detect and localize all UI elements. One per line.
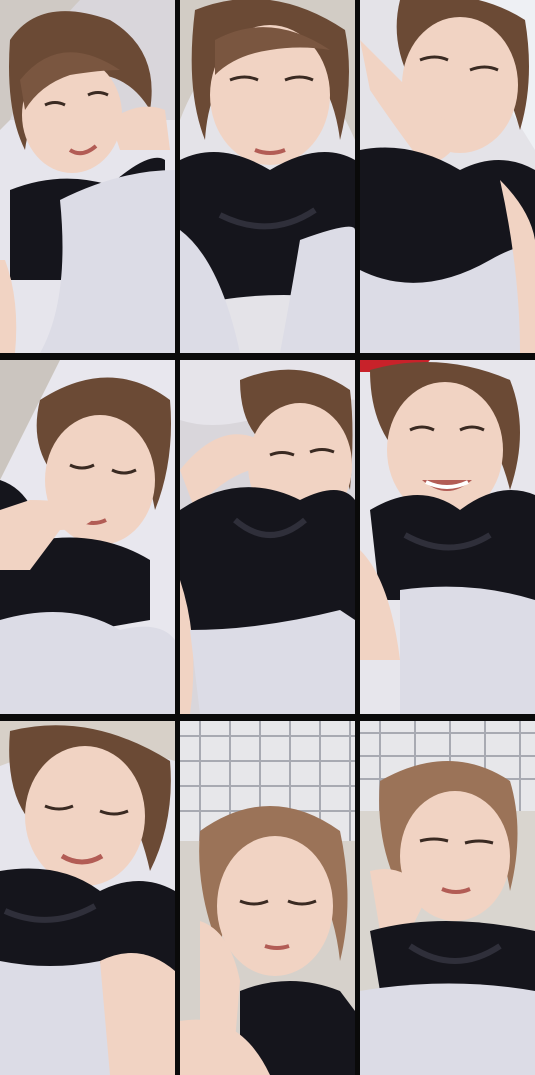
- panel-4: [0, 360, 175, 714]
- photo-collage: [0, 0, 535, 1075]
- panel-8-image: [180, 721, 355, 1075]
- panel-9-image: [360, 721, 535, 1075]
- panel-7: [0, 721, 175, 1075]
- panel-7-image: [0, 721, 175, 1075]
- panel-5-image: [180, 360, 355, 714]
- panel-6-image: [360, 360, 535, 714]
- panel-9: [360, 721, 535, 1075]
- panel-3: [360, 0, 535, 353]
- panel-1-image: [0, 0, 175, 353]
- panel-8: [180, 721, 355, 1075]
- panel-6: [360, 360, 535, 714]
- panel-4-image: [0, 360, 175, 714]
- panel-2-image: [180, 0, 355, 353]
- panel-1: [0, 0, 175, 353]
- panel-3-image: [360, 0, 535, 353]
- panel-5: [180, 360, 355, 714]
- panel-2: [180, 0, 355, 353]
